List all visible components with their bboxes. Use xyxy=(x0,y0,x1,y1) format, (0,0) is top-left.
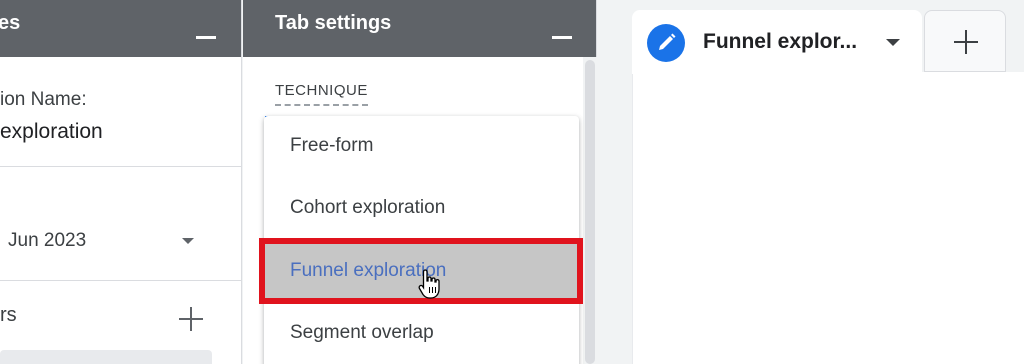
chevron-down-icon[interactable] xyxy=(886,39,900,46)
option-label: Segment overlap xyxy=(290,322,434,343)
technique-option-segment-overlap[interactable]: Segment overlap xyxy=(264,303,579,364)
tab-settings-title: Tab settings xyxy=(275,12,392,34)
option-label: Cohort exploration xyxy=(290,197,446,218)
pencil-icon[interactable] xyxy=(647,24,685,62)
variables-panel-header: es xyxy=(0,0,241,57)
add-segment-button[interactable] xyxy=(178,306,204,332)
chevron-down-icon[interactable] xyxy=(182,238,194,244)
technique-label: TECHNIQUE xyxy=(275,82,368,106)
divider xyxy=(0,280,242,281)
add-tab-button[interactable] xyxy=(924,10,1006,72)
segment-chip[interactable] xyxy=(0,350,212,364)
segments-label: rs xyxy=(0,304,17,326)
tab-settings-header: Tab settings xyxy=(243,0,596,57)
tab-funnel-exploration[interactable]: Funnel explor... xyxy=(632,10,922,74)
technique-option-cohort-exploration[interactable]: Cohort exploration xyxy=(264,178,579,240)
divider xyxy=(0,166,242,167)
tab-label: Funnel explor... xyxy=(703,30,858,53)
exploration-name-input[interactable]: exploration xyxy=(0,120,103,144)
technique-option-free-form[interactable]: Free-form xyxy=(264,116,579,178)
exploration-name-label: ion Name: xyxy=(0,89,87,110)
variables-minimize-button[interactable] xyxy=(196,36,216,39)
plus-icon xyxy=(953,29,979,55)
tab-settings-minimize-button[interactable] xyxy=(552,36,572,39)
variables-panel: es ion Name: exploration Jun 2023 rs xyxy=(0,0,242,364)
option-label: Free-form xyxy=(290,135,374,156)
date-range-selector[interactable]: Jun 2023 xyxy=(8,230,86,252)
canvas-body xyxy=(632,72,1024,364)
hand-cursor-icon xyxy=(418,269,440,299)
scrollbar-thumb[interactable] xyxy=(585,60,595,364)
variables-panel-title: es xyxy=(0,12,21,34)
explore-workspace: es ion Name: exploration Jun 2023 rs Tab… xyxy=(0,0,1024,364)
